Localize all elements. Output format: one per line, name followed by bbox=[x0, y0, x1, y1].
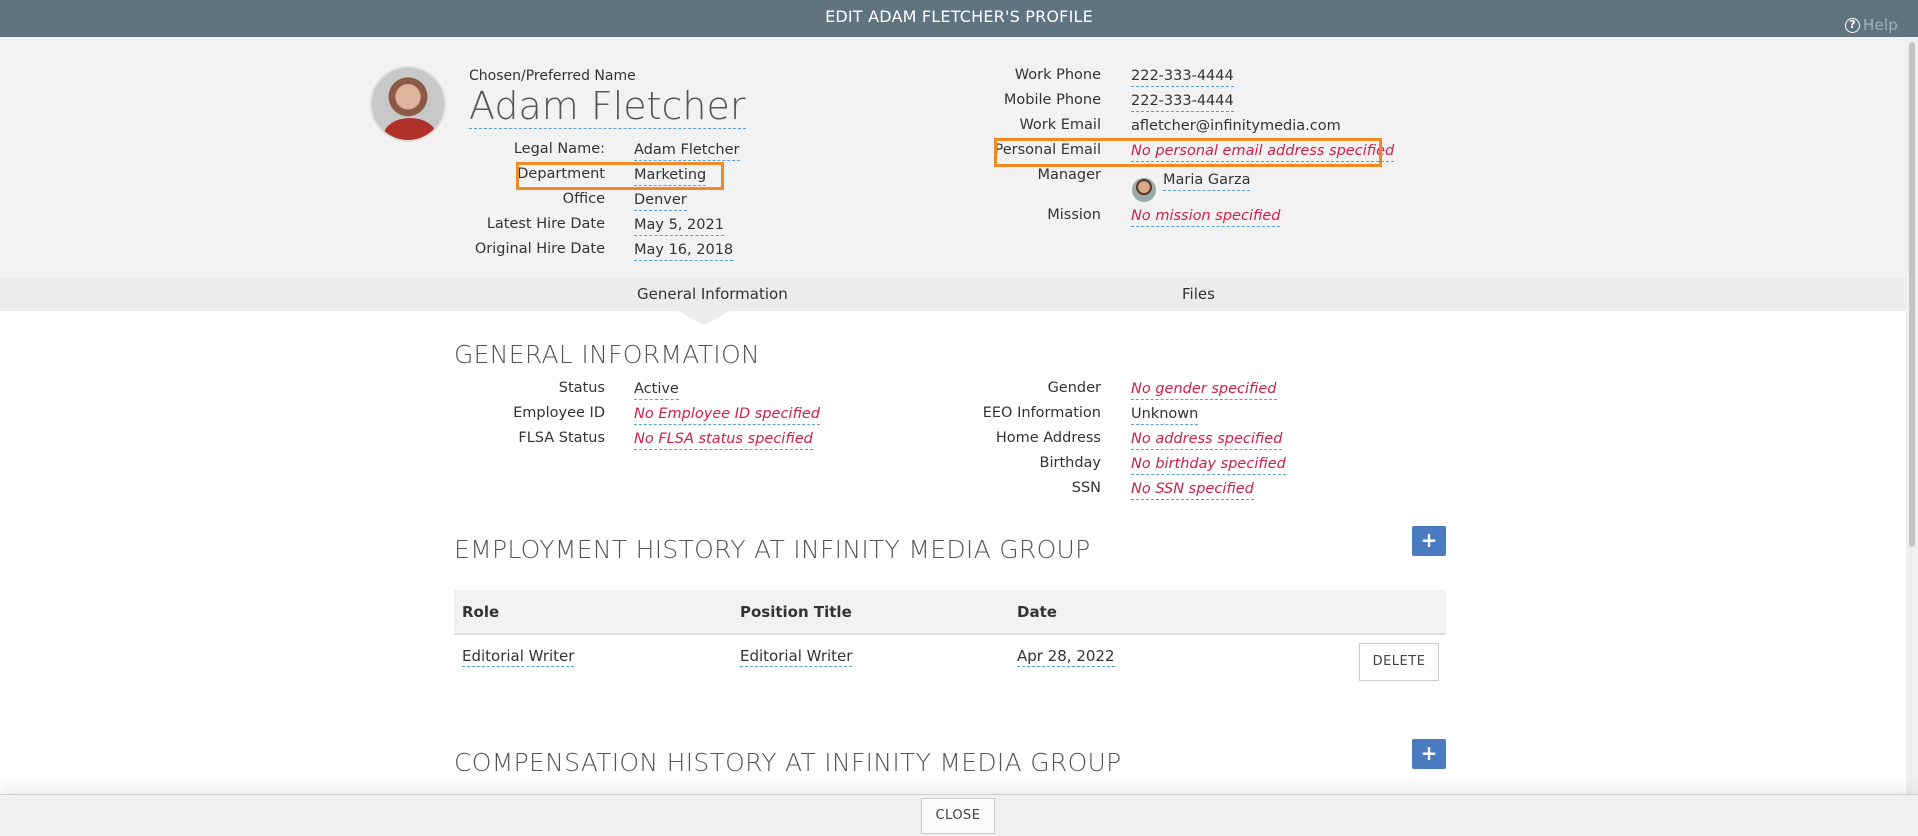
active-tab-indicator bbox=[678, 311, 730, 325]
mission-label: Mission bbox=[1047, 207, 1101, 223]
tab-files[interactable]: Files bbox=[1182, 285, 1215, 303]
add-compensation-button[interactable]: + bbox=[1412, 739, 1446, 769]
general-information-title: GENERAL INFORMATION bbox=[454, 340, 760, 369]
tab-bar: General Information Files bbox=[0, 277, 1906, 311]
latest-hire-date-value[interactable]: May 5, 2021 bbox=[634, 216, 724, 236]
tab-general-information[interactable]: General Information bbox=[637, 285, 788, 303]
delete-employment-button[interactable]: DELETE bbox=[1359, 643, 1439, 681]
row-role[interactable]: Editorial Writer bbox=[462, 647, 575, 667]
column-position-title[interactable]: Position Title bbox=[740, 603, 852, 621]
legal-name-value[interactable]: Adam Fletcher bbox=[634, 141, 740, 161]
flsa-status-value[interactable]: No FLSA status specified bbox=[634, 430, 813, 450]
add-employment-button[interactable]: + bbox=[1412, 526, 1446, 556]
eeo-information-value[interactable]: Unknown bbox=[1131, 405, 1199, 425]
legal-name-label: Legal Name: bbox=[513, 141, 605, 157]
manager-value[interactable]: Maria Garza bbox=[1163, 171, 1251, 191]
office-label: Office bbox=[562, 191, 605, 207]
column-role[interactable]: Role bbox=[462, 603, 499, 621]
mission-value[interactable]: No mission specified bbox=[1131, 207, 1281, 227]
status-label: Status bbox=[558, 380, 605, 396]
row-date[interactable]: Apr 28, 2022 bbox=[1017, 647, 1115, 667]
column-date[interactable]: Date bbox=[1017, 603, 1057, 621]
work-email-value[interactable]: afletcher@infinitymedia.com bbox=[1131, 117, 1341, 136]
employee-id-label: Employee ID bbox=[513, 405, 605, 421]
ssn-label: SSN bbox=[1071, 480, 1101, 496]
preferred-name-label: Chosen/Preferred Name bbox=[469, 68, 636, 84]
window-title: EDIT ADAM FLETCHER'S PROFILE bbox=[825, 7, 1093, 26]
plus-icon: + bbox=[1420, 528, 1438, 552]
close-button[interactable]: CLOSE bbox=[921, 798, 995, 834]
window-title-bar: EDIT ADAM FLETCHER'S PROFILE ? Help bbox=[0, 0, 1918, 37]
original-hire-date-label: Original Hire Date bbox=[474, 241, 605, 257]
flsa-status-label: FLSA Status bbox=[518, 430, 605, 446]
gender-label: Gender bbox=[1047, 380, 1101, 396]
footer-bar: CLOSE bbox=[0, 794, 1918, 836]
employment-table-header: Role Position Title Date bbox=[454, 590, 1446, 635]
original-hire-date-value[interactable]: May 16, 2018 bbox=[634, 241, 734, 261]
compensation-history-title: COMPENSATION HISTORY AT INFINITY MEDIA G… bbox=[454, 748, 1122, 777]
work-email-label: Work Email bbox=[1019, 117, 1101, 133]
eeo-information-label: EEO Information bbox=[982, 405, 1101, 421]
mobile-phone-value[interactable]: 222-333-4444 bbox=[1131, 92, 1234, 112]
manager-label: Manager bbox=[1037, 167, 1101, 183]
personal-email-highlight bbox=[994, 138, 1382, 167]
avatar[interactable] bbox=[370, 66, 446, 142]
birthday-value[interactable]: No birthday specified bbox=[1131, 455, 1286, 475]
department-highlight bbox=[516, 162, 724, 190]
ssn-value[interactable]: No SSN specified bbox=[1131, 480, 1254, 500]
scrollbar-thumb[interactable] bbox=[1909, 42, 1915, 547]
mobile-phone-label: Mobile Phone bbox=[1003, 92, 1101, 108]
latest-hire-date-label: Latest Hire Date bbox=[486, 216, 605, 232]
work-phone-value[interactable]: 222-333-4444 bbox=[1131, 67, 1234, 87]
home-address-label: Home Address bbox=[995, 430, 1101, 446]
employee-id-value[interactable]: No Employee ID specified bbox=[634, 405, 820, 425]
manager-avatar bbox=[1132, 178, 1156, 202]
employment-history-title: EMPLOYMENT HISTORY AT INFINITY MEDIA GRO… bbox=[454, 535, 1091, 564]
preferred-name-value[interactable]: Adam Fletcher bbox=[469, 84, 746, 129]
work-phone-label: Work Phone bbox=[1014, 67, 1101, 83]
scrollbar[interactable] bbox=[1906, 37, 1918, 799]
status-value[interactable]: Active bbox=[634, 380, 679, 400]
row-position-title[interactable]: Editorial Writer bbox=[740, 647, 853, 667]
home-address-value[interactable]: No address specified bbox=[1131, 430, 1283, 450]
plus-icon: + bbox=[1420, 741, 1438, 765]
profile-header bbox=[0, 37, 1906, 277]
birthday-label: Birthday bbox=[1039, 455, 1101, 471]
help-circle-icon: ? bbox=[1845, 18, 1860, 33]
office-value[interactable]: Denver bbox=[634, 191, 687, 211]
gender-value[interactable]: No gender specified bbox=[1131, 380, 1277, 400]
